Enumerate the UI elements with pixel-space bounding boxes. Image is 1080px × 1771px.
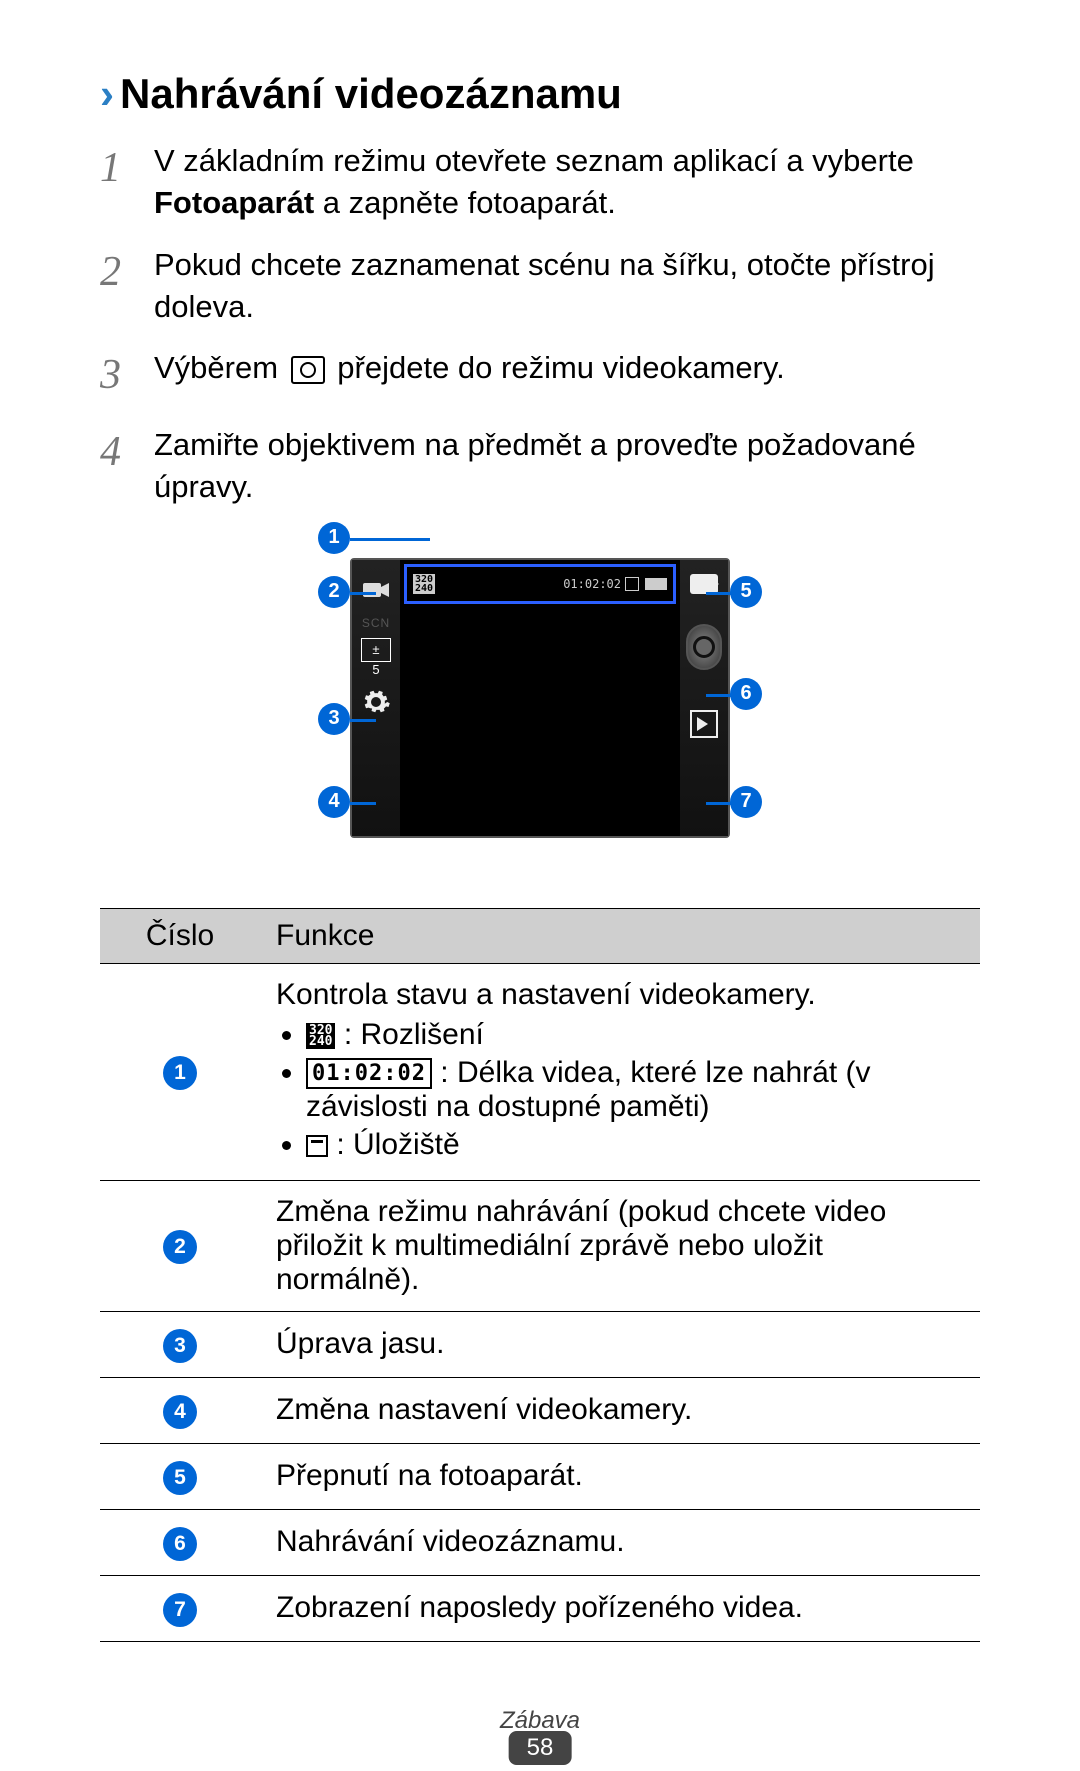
table-header-function: Funkce [260,908,980,963]
camcorder-diagram: SCN ± 5 320240 01:02:02 1 [230,528,850,878]
storage-icon [306,1135,328,1157]
row-badge: 2 [163,1230,197,1264]
status-bar: 320240 01:02:02 [404,564,676,604]
row-badge: 6 [163,1527,197,1561]
table-row: 4 Změna nastavení videokamery. [100,1377,980,1443]
functions-table: Číslo Funkce 1 Kontrola stavu a nastaven… [100,908,980,1642]
page-number: 58 [509,1731,572,1765]
step-number: 4 [100,424,154,508]
resolution-indicator: 320240 [413,574,435,594]
table-row: 3 Úprava jasu. [100,1311,980,1377]
step-number: 2 [100,244,154,328]
storage-icon [625,577,639,591]
row-badge: 5 [163,1461,197,1495]
table-row: 6 Nahrávání videozáznamu. [100,1509,980,1575]
step-number: 1 [100,140,154,224]
record-button [686,624,722,670]
callout-1: 1 [318,522,350,554]
resolution-icon: 320240 [306,1023,335,1049]
row-badge: 7 [163,1593,197,1627]
playback-icon [690,710,718,738]
callout-6: 6 [730,678,762,710]
row-badge: 1 [163,1056,197,1090]
table-row: 7 Zobrazení naposledy pořízeného videa. [100,1575,980,1641]
table-row: 2 Změna režimu nahrávání (pokud chcete v… [100,1180,980,1311]
table-header-number: Číslo [100,908,260,963]
table-row: 5 Přepnutí na fotoaparát. [100,1443,980,1509]
video-mode-icon [360,574,392,606]
camera-mode-icon [291,356,325,384]
step-4: 4 Zamiřte objektivem na předmět a proveď… [100,424,980,508]
step-number: 3 [100,347,154,404]
callout-2: 2 [318,576,350,608]
gear-icon [361,687,391,717]
battery-icon [645,578,667,590]
callout-5: 5 [730,576,762,608]
record-time: 01:02:02 [563,577,621,591]
step-1: 1 V základním režimu otevřete seznam apl… [100,140,980,224]
callout-4: 4 [318,786,350,818]
step-2: 2 Pokud chcete zaznamenat scénu na šířku… [100,244,980,328]
chevron-icon: › [100,70,114,117]
exposure-icon: ± [361,638,391,662]
scn-label: SCN [352,616,400,630]
row-badge: 3 [163,1329,197,1363]
step-3: 3 Výběrem přejdete do režimu videokamery… [100,347,980,404]
table-row: 1 Kontrola stavu a nastavení videokamery… [100,963,980,1180]
camera-switch-icon [690,574,718,594]
row-badge: 4 [163,1395,197,1429]
callout-7: 7 [730,786,762,818]
device-screen: SCN ± 5 320240 01:02:02 [350,558,730,838]
section-heading: ›Nahrávání videozáznamu [100,70,980,118]
exposure-value: 5 [352,662,400,677]
duration-icon: 01:02:02 [306,1058,432,1089]
callout-3: 3 [318,703,350,735]
